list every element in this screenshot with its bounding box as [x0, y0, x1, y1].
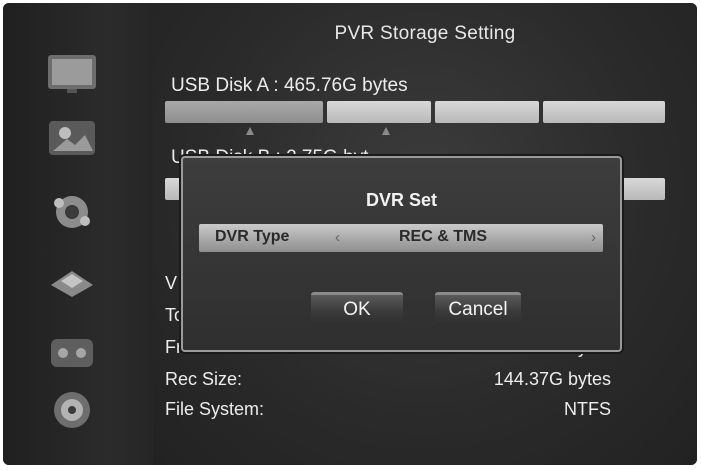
usb-disk-a-bar[interactable]	[165, 101, 665, 123]
picture-icon[interactable]	[45, 115, 99, 161]
dvr-type-value: REC & TMS	[399, 228, 487, 245]
sidebar-menu	[3, 3, 153, 465]
disk-a-partition[interactable]	[543, 101, 665, 123]
disk-a-partition[interactable]	[435, 101, 539, 123]
settings-gear-icon[interactable]	[45, 189, 99, 235]
usb-disk-a-label: USB Disk A : 465.76G bytes	[171, 75, 408, 96]
info-label: File System:	[165, 399, 265, 419]
network-icon[interactable]	[45, 259, 99, 305]
info-value: 144.37G bytes	[493, 369, 611, 389]
tv-icon[interactable]	[45, 51, 99, 97]
cancel-button[interactable]: Cancel	[435, 292, 521, 325]
info-label: V	[165, 273, 178, 293]
ok-button[interactable]: OK	[311, 292, 403, 325]
dvr-type-label: DVR Type	[215, 228, 290, 245]
partition-marker	[246, 127, 254, 135]
info-row-rec-size: Rec Size: 144.37G bytes	[165, 369, 611, 390]
chevron-left-icon[interactable]: ‹	[335, 229, 340, 246]
page-title: PVR Storage Setting	[334, 23, 516, 44]
game-icon[interactable]	[45, 329, 99, 375]
dialog-title: DVR Set	[365, 190, 437, 210]
chevron-right-icon[interactable]: ›	[591, 229, 596, 246]
partition-marker	[382, 127, 390, 135]
media-disc-icon[interactable]	[45, 387, 99, 433]
dvr-type-selector[interactable]: DVR Type ‹ REC & TMS ›	[199, 224, 603, 252]
pvr-screen: PVR Storage Setting USB Disk A : 465.76G…	[3, 3, 697, 465]
info-value: NTFS	[564, 399, 611, 419]
dvr-set-dialog: DVR Set DVR Type ‹ REC & TMS › OK Cancel	[181, 156, 622, 352]
disk-a-partition[interactable]	[327, 101, 431, 123]
disk-a-partition[interactable]	[165, 101, 323, 123]
info-label: Rec Size:	[165, 369, 243, 389]
info-row-file-system: File System: NTFS	[165, 399, 611, 420]
